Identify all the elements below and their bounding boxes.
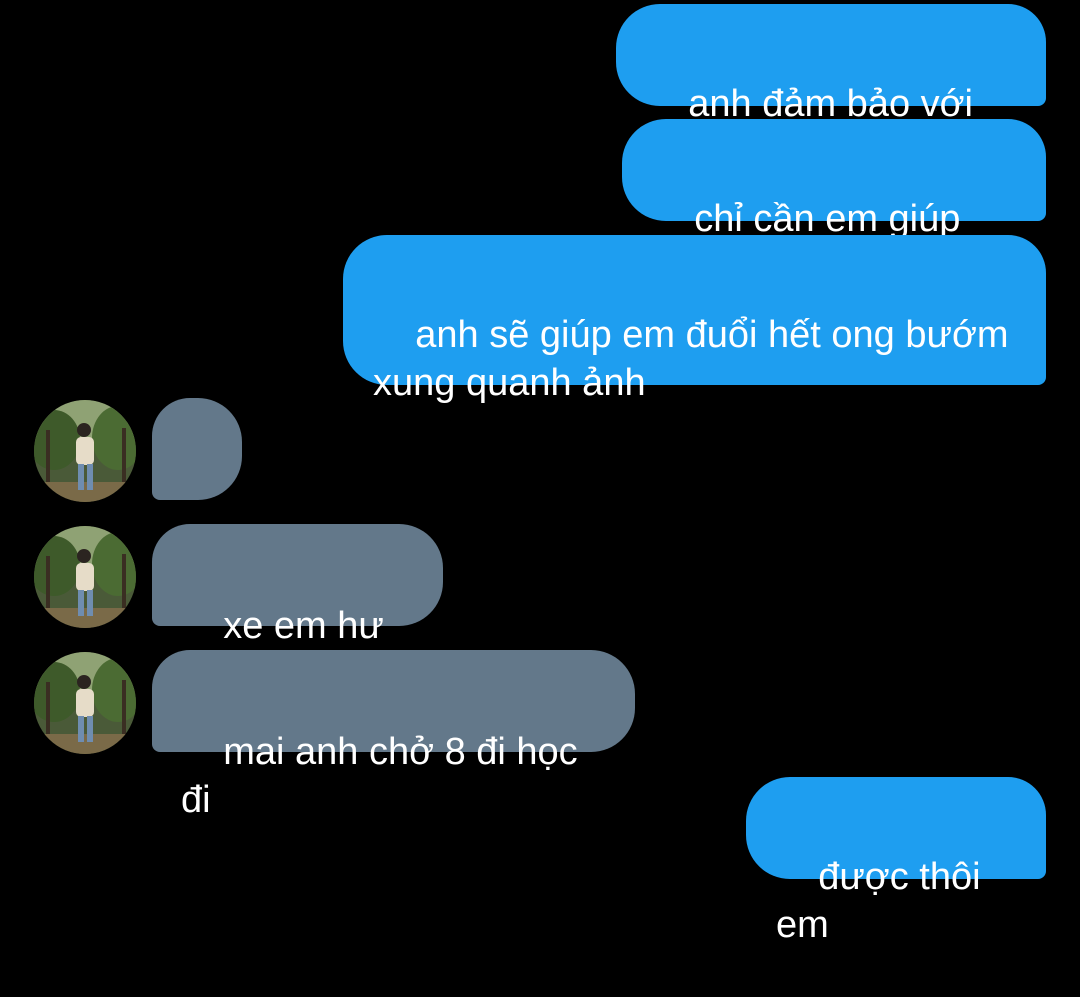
contact-avatar[interactable] bbox=[34, 652, 136, 754]
incoming-message[interactable]: mai anh chở 8 đi học đi bbox=[152, 650, 635, 821]
message-text: mai anh chở 8 đi học đi bbox=[181, 731, 589, 821]
incoming-message[interactable]: ... bbox=[152, 398, 242, 569]
contact-avatar-icon bbox=[34, 652, 136, 754]
outgoing-message[interactable]: anh sẽ giúp em đuổi hết ong bướm xung qu… bbox=[343, 235, 1046, 404]
incoming-message[interactable]: xe em hư rồi bbox=[152, 524, 443, 695]
contact-avatar[interactable] bbox=[34, 526, 136, 628]
outgoing-message[interactable]: chỉ cần em giúp anh bbox=[622, 119, 1046, 288]
outgoing-message[interactable]: được thôi em bbox=[746, 777, 1046, 946]
outgoing-message[interactable]: anh đảm bảo với em bbox=[616, 4, 1046, 173]
message-text: anh sẽ giúp em đuổi hết ong bướm xung qu… bbox=[373, 314, 1009, 404]
message-thread: anh đảm bảo với em chỉ cần em giúp anh a… bbox=[0, 0, 1080, 946]
contact-avatar[interactable] bbox=[34, 400, 136, 502]
contact-avatar-icon bbox=[34, 400, 136, 502]
contact-avatar-icon bbox=[34, 526, 136, 628]
message-text: được thôi em bbox=[776, 856, 992, 946]
